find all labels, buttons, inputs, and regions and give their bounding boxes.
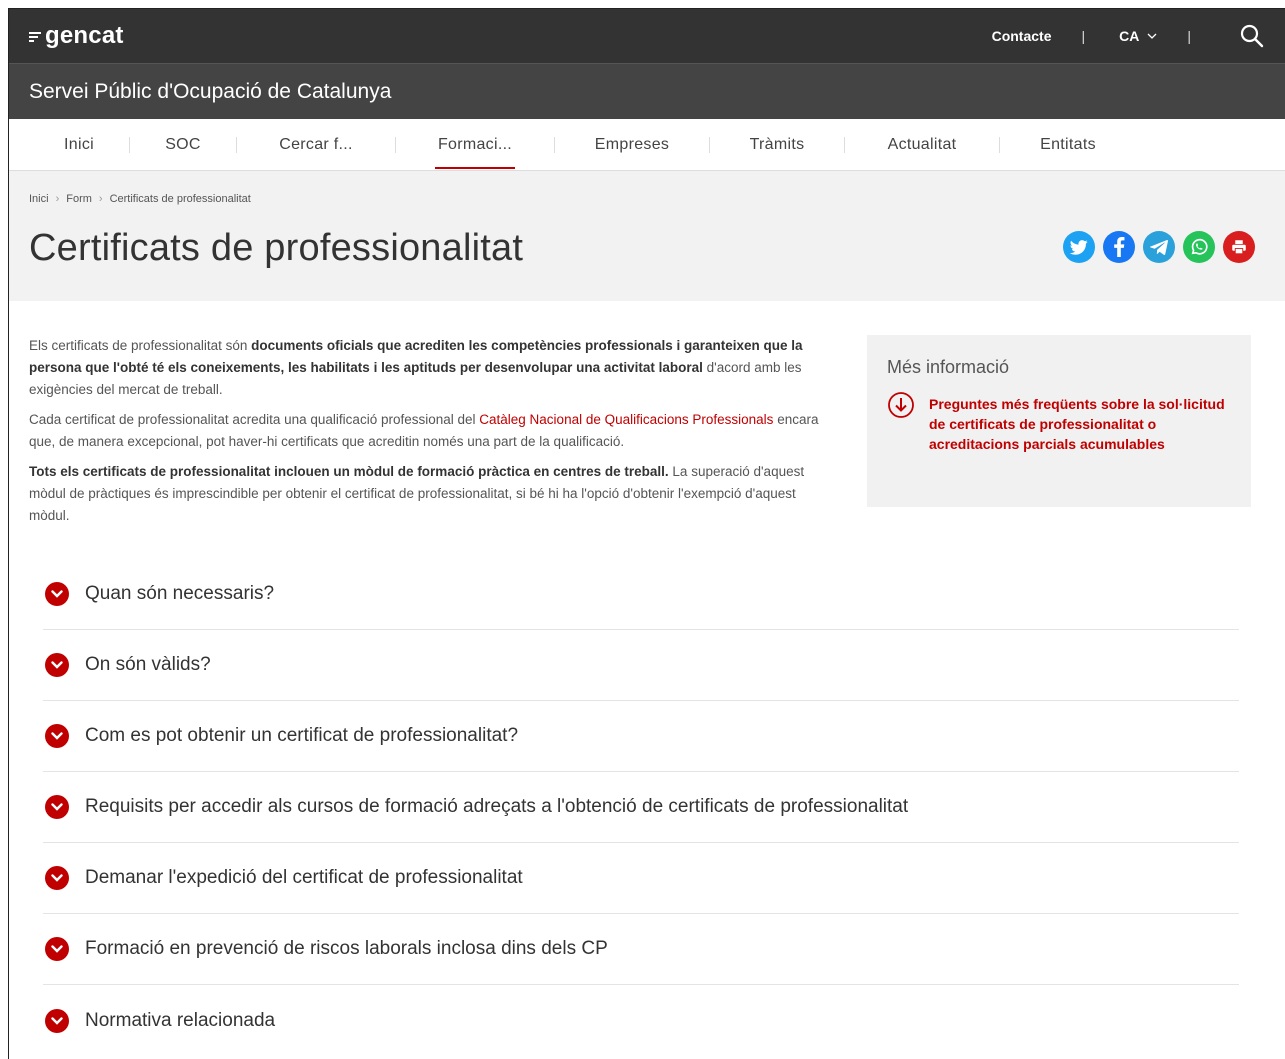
- more-info-box: Més informació Preguntes més freqüents s…: [867, 335, 1251, 507]
- accordion-item-quan[interactable]: Quan són necessaris?: [43, 559, 1239, 630]
- intro-p3-bold: Tots els certificats de professionalitat…: [29, 464, 669, 479]
- accordion-label: On són vàlids?: [85, 654, 211, 675]
- accordion-label: Formació en prevenció de riscos laborals…: [85, 938, 608, 959]
- breadcrumb: Inici › Form › Certificats de profession…: [29, 193, 1265, 205]
- more-info-title: Més informació: [887, 357, 1010, 377]
- breadcrumb-item-current: Certificats de professionalitat: [109, 193, 251, 205]
- gencat-logo-mark-icon: [29, 31, 41, 43]
- site-title-bar: Servei Públic d'Ocupació de Catalunya: [9, 63, 1285, 119]
- breadcrumb-item-form[interactable]: Form: [66, 193, 92, 205]
- intro-p1-text: Els certificats de professionalitat són: [29, 338, 252, 353]
- accordion-item-expedicio[interactable]: Demanar l'expedició del certificat de pr…: [43, 843, 1239, 914]
- download-arrow-icon: [888, 392, 914, 418]
- nav-item-inici[interactable]: Inici: [29, 119, 129, 171]
- breadcrumb-separator: ›: [55, 193, 60, 205]
- breadcrumb-separator: ›: [98, 193, 103, 205]
- top-bar-tools: Contacte | CA |: [992, 23, 1265, 49]
- print-icon[interactable]: [1223, 231, 1255, 263]
- accordion-item-normativa[interactable]: Normativa relacionada: [43, 985, 1239, 1056]
- site-title[interactable]: Servei Públic d'Ocupació de Catalunya: [29, 80, 391, 104]
- nav-item-cercar-feina[interactable]: Cercar f...: [237, 119, 395, 171]
- intro-paragraph-2: Cada certificat de professionalitat acre…: [29, 409, 819, 453]
- accordion: Quan són necessaris? On són vàlids? Com …: [43, 559, 1239, 1056]
- accordion-label: Requisits per accedir als cursos de form…: [85, 796, 909, 817]
- chevron-down-icon: [45, 795, 69, 819]
- chevron-down-icon: [45, 582, 69, 606]
- faq-link[interactable]: Preguntes més freqüents sobre la sol·lic…: [887, 392, 1231, 454]
- top-bar: gencat Contacte | CA |: [9, 9, 1285, 63]
- intro-paragraph-1: Els certificats de professionalitat són …: [29, 335, 819, 401]
- accordion-label: Quan són necessaris?: [85, 583, 275, 604]
- accordion-item-requisits[interactable]: Requisits per accedir als cursos de form…: [43, 772, 1239, 843]
- accordion-label: Com es pot obtenir un certificat de prof…: [85, 725, 519, 746]
- intro-paragraph-3: Tots els certificats de professionalitat…: [29, 461, 819, 527]
- logo-text: gencat: [45, 22, 124, 49]
- chevron-down-icon: [45, 1008, 69, 1033]
- share-buttons: [1063, 231, 1255, 263]
- browser-page: gencat Contacte | CA | Servei Públic d'O…: [8, 8, 1285, 1059]
- contact-link[interactable]: Contacte: [992, 28, 1052, 44]
- faq-link-text: Preguntes més freqüents sobre la sol·lic…: [929, 396, 1225, 452]
- main-nav: Inici SOC Cercar f... Formaci... Emprese…: [9, 119, 1285, 171]
- accordion-item-riscos[interactable]: Formació en prevenció de riscos laborals…: [43, 914, 1239, 985]
- chevron-down-icon: [45, 724, 69, 748]
- language-label: CA: [1119, 28, 1140, 44]
- accordion-label: Normativa relacionada: [85, 1009, 276, 1031]
- intro-text: Els certificats de professionalitat són …: [29, 335, 819, 535]
- chevron-down-icon: [45, 937, 69, 961]
- nav-item-formacio[interactable]: Formaci...: [396, 119, 554, 171]
- nav-item-tramits[interactable]: Tràmits: [710, 119, 844, 171]
- nav-item-actualitat[interactable]: Actualitat: [845, 119, 999, 171]
- accordion-item-com[interactable]: Com es pot obtenir un certificat de prof…: [43, 701, 1239, 772]
- whatsapp-icon[interactable]: [1183, 231, 1215, 263]
- accordion-item-on[interactable]: On són vàlids?: [43, 630, 1239, 701]
- top-separator-2: |: [1187, 28, 1191, 44]
- nav-item-soc[interactable]: SOC: [130, 119, 236, 171]
- breadcrumb-item-inici[interactable]: Inici: [29, 193, 49, 205]
- intro-p2-text: Cada certificat de professionalitat acre…: [29, 412, 480, 427]
- twitter-icon[interactable]: [1063, 231, 1095, 263]
- chevron-down-icon: [1147, 33, 1157, 39]
- cataleg-link[interactable]: Catàleg Nacional de Qualificacions Profe…: [479, 412, 773, 427]
- top-separator: |: [1081, 28, 1086, 44]
- search-icon[interactable]: [1239, 23, 1265, 49]
- nav-item-entitats[interactable]: Entitats: [1000, 119, 1136, 171]
- facebook-icon[interactable]: [1103, 231, 1135, 263]
- telegram-icon[interactable]: [1143, 231, 1175, 263]
- chevron-down-icon: [45, 866, 69, 890]
- language-selector[interactable]: CA: [1119, 28, 1157, 44]
- accordion-label: Demanar l'expedició del certificat de pr…: [85, 867, 523, 888]
- chevron-down-icon: [45, 653, 69, 677]
- nav-item-empreses[interactable]: Empreses: [555, 119, 709, 171]
- page-header: Inici › Form › Certificats de profession…: [9, 171, 1285, 301]
- gencat-logo[interactable]: gencat: [29, 22, 124, 50]
